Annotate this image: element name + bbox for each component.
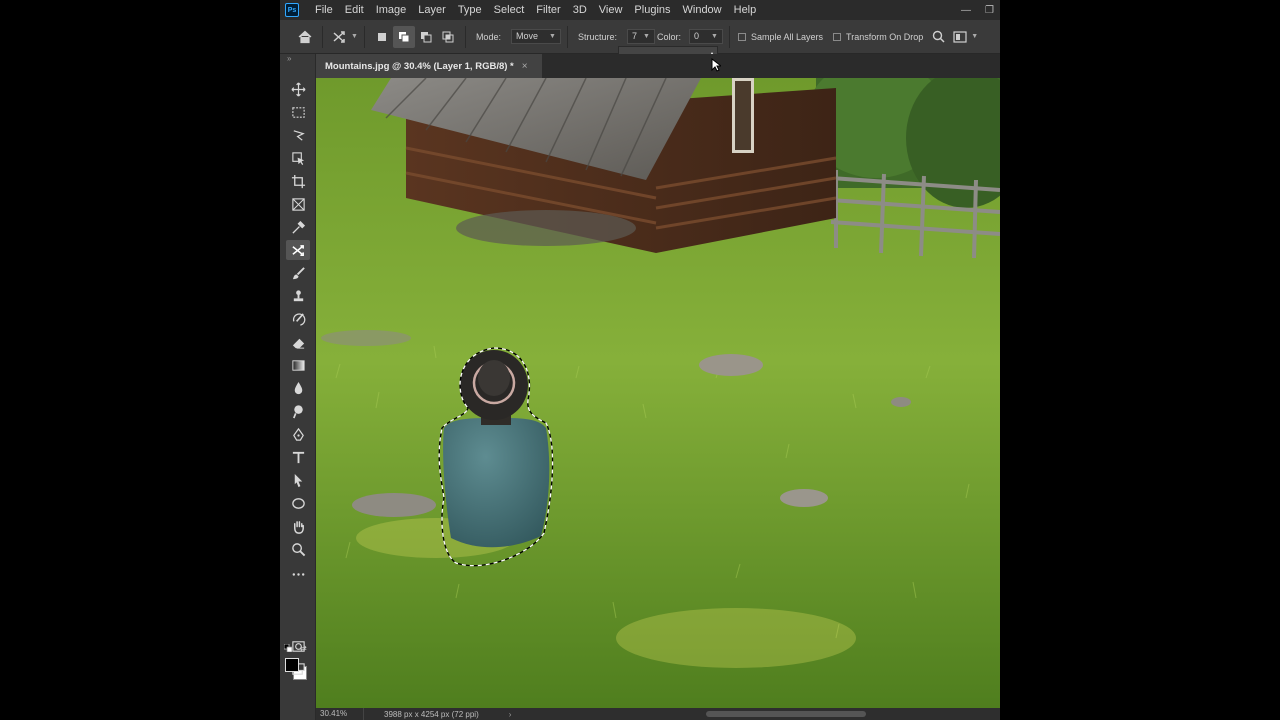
content-aware-move-preset-icon[interactable]	[329, 26, 351, 48]
type-tool-icon[interactable]	[286, 447, 310, 467]
menu-plugins[interactable]: Plugins	[628, 0, 676, 20]
eyedropper-tool-icon[interactable]	[286, 217, 310, 237]
color-label: Color:	[656, 31, 681, 42]
add-to-selection-icon[interactable]	[392, 25, 415, 48]
zoom-tool-icon[interactable]	[286, 539, 310, 559]
menu-help[interactable]: Help	[728, 0, 763, 20]
chevron-down-icon: ▼	[549, 33, 556, 40]
subtract-from-selection-icon[interactable]	[415, 26, 437, 48]
menu-type[interactable]: Type	[452, 0, 488, 20]
toolbox-grip-icon[interactable]: »	[287, 54, 291, 63]
menu-edit[interactable]: Edit	[339, 0, 370, 20]
new-selection-icon[interactable]	[371, 26, 393, 48]
hand-tool-icon[interactable]	[286, 516, 310, 536]
marquee-tool-icon[interactable]	[286, 102, 310, 122]
mode-label: Mode:	[475, 31, 501, 42]
menu-file[interactable]: File	[309, 0, 339, 20]
document-tab[interactable]: Mountains.jpg @ 30.4% (Layer 1, RGB/8) *…	[316, 54, 542, 78]
transform-on-drop-option[interactable]: Transform On Drop	[823, 32, 923, 42]
menu-image[interactable]: Image	[370, 0, 413, 20]
transform-on-drop-label: Transform On Drop	[846, 31, 924, 42]
search-icon[interactable]	[927, 26, 949, 48]
menu-select[interactable]: Select	[488, 0, 531, 20]
chevron-down-icon: ▼	[711, 33, 718, 40]
frame-tool-icon[interactable]	[286, 194, 310, 214]
clone-stamp-tool-icon[interactable]	[286, 286, 310, 306]
more-tools-icon[interactable]	[286, 564, 310, 584]
crop-tool-icon[interactable]	[286, 171, 310, 191]
mode-value: Move	[515, 31, 538, 41]
menu-3d[interactable]: 3D	[567, 0, 593, 20]
menu-window[interactable]: Window	[677, 0, 728, 20]
toolbox: » ⇄	[280, 54, 316, 720]
blur-tool-icon[interactable]	[286, 378, 310, 398]
photoshop-logo-icon[interactable]: Ps	[285, 3, 299, 17]
photoshop-window: Ps File Edit Image Layer Type Select Fil…	[280, 0, 1000, 720]
status-bar: 30.41% 3988 px x 4254 px (72 ppi) ›	[316, 708, 1000, 720]
menu-view[interactable]: View	[593, 0, 629, 20]
dodge-tool-icon[interactable]	[286, 401, 310, 421]
quick-mask-icon[interactable]	[286, 636, 310, 656]
divider	[464, 25, 466, 48]
document-tab-bar: Mountains.jpg @ 30.4% (Layer 1, RGB/8) *…	[316, 54, 1000, 78]
brush-tool-icon[interactable]	[286, 263, 310, 283]
chevron-down-icon: ▼	[643, 33, 650, 40]
chevron-down-icon[interactable]: ▼	[351, 33, 358, 40]
document-tab-title: Mountains.jpg @ 30.4% (Layer 1, RGB/8) *	[325, 60, 514, 72]
mode-select[interactable]: Move ▼	[510, 29, 561, 44]
mouse-cursor-icon	[711, 58, 721, 72]
object-selection-tool-icon[interactable]	[286, 148, 310, 168]
intersect-selection-icon[interactable]	[437, 26, 459, 48]
path-selection-tool-icon[interactable]	[286, 470, 310, 490]
menu-items: File Edit Image Layer Type Select Filter…	[309, 0, 762, 20]
structure-value: 7	[631, 31, 637, 41]
divider	[363, 25, 365, 48]
close-tab-icon[interactable]: ×	[522, 61, 528, 72]
sample-all-layers-checkbox[interactable]	[737, 32, 746, 41]
lasso-tool-icon[interactable]	[286, 125, 310, 145]
document-canvas[interactable]	[316, 78, 1000, 708]
structure-input[interactable]: 7 ▼	[626, 29, 655, 44]
divider	[728, 25, 730, 48]
color-value: 0	[693, 31, 699, 41]
content-aware-move-tool-icon[interactable]	[286, 240, 310, 260]
home-icon[interactable]	[294, 26, 316, 48]
color-input[interactable]: 0 ▼	[688, 29, 723, 44]
move-tool-icon[interactable]	[286, 79, 310, 99]
photo-image	[316, 78, 1000, 708]
foreground-color-swatch[interactable]	[285, 658, 299, 672]
divider	[322, 25, 323, 48]
sample-all-layers-label: Sample All Layers	[750, 31, 824, 42]
structure-label: Structure:	[577, 31, 617, 42]
zoom-readout[interactable]: 30.41%	[316, 708, 364, 720]
chevron-down-icon[interactable]: ▼	[971, 33, 978, 40]
sample-all-layers-option[interactable]: Sample All Layers	[736, 32, 823, 42]
ellipse-tool-icon[interactable]	[286, 493, 310, 513]
pen-tool-icon[interactable]	[286, 424, 310, 444]
history-brush-tool-icon[interactable]	[286, 309, 310, 329]
status-menu-arrow-icon[interactable]: ›	[509, 710, 512, 719]
window-controls: — ❐	[961, 0, 994, 20]
workspace-icon[interactable]	[949, 26, 971, 48]
horizontal-scrollbar[interactable]	[706, 711, 866, 717]
eraser-tool-icon[interactable]	[286, 332, 310, 352]
menu-bar: Ps File Edit Image Layer Type Select Fil…	[280, 0, 1000, 20]
restore-button[interactable]: ❐	[985, 5, 994, 16]
menu-filter[interactable]: Filter	[530, 0, 566, 20]
minimize-button[interactable]: —	[961, 5, 971, 16]
divider	[566, 25, 568, 48]
gradient-tool-icon[interactable]	[286, 355, 310, 375]
transform-on-drop-checkbox[interactable]	[833, 32, 842, 41]
menu-layer[interactable]: Layer	[412, 0, 452, 20]
document-size-info: 3988 px x 4254 px (72 ppi)	[384, 709, 479, 719]
